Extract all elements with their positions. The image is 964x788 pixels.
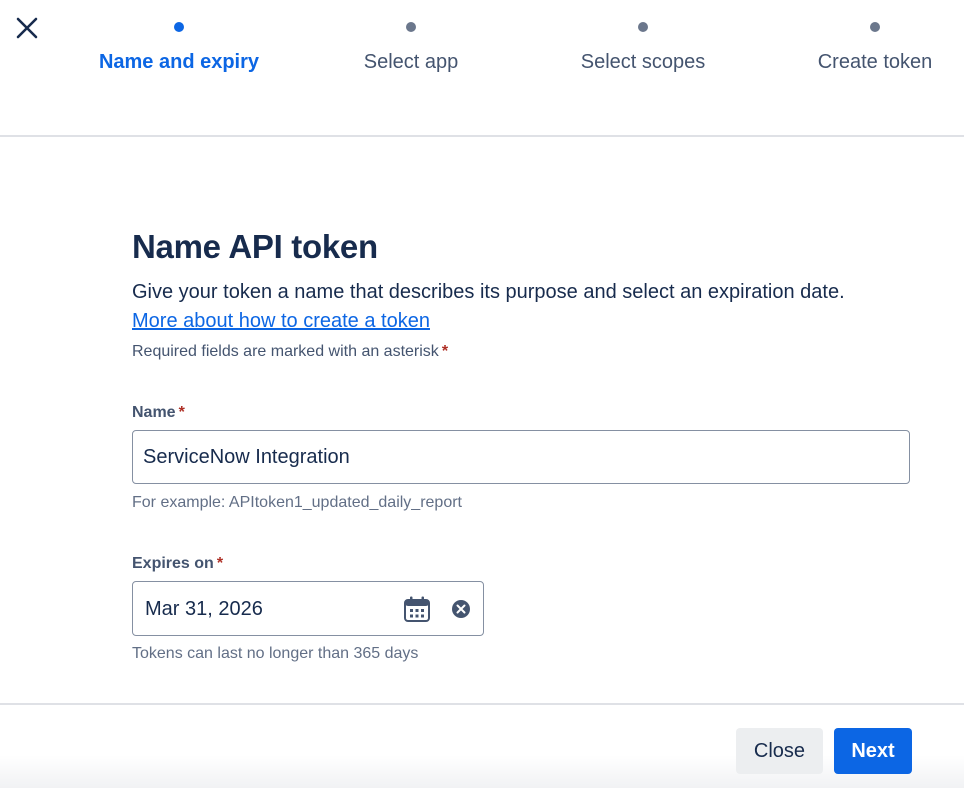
- step-label: Select app: [363, 51, 459, 73]
- token-name-input[interactable]: [132, 430, 910, 484]
- step-indicator-dot: [406, 22, 416, 32]
- step-select-scopes: Select scopes: [543, 20, 743, 74]
- step-indicator-dot: [174, 22, 184, 32]
- footer-divider: [0, 703, 964, 705]
- required-note-text: Required fields are marked with an aster…: [132, 343, 439, 360]
- step-name-and-expiry: Name and expiry: [79, 20, 279, 74]
- form-description: Give your token a name that describes it…: [132, 281, 845, 303]
- expiry-field-label: Expires on *: [132, 555, 223, 573]
- step-label: Name and expiry: [98, 51, 260, 73]
- step-label: Select scopes: [580, 51, 706, 73]
- step-create-token: Create token: [775, 20, 964, 74]
- required-asterisk: *: [178, 404, 185, 421]
- expiry-field-help: Tokens can last no longer than 365 days: [132, 645, 419, 662]
- calendar-icon[interactable]: [403, 596, 431, 622]
- step-indicator-dot: [638, 22, 648, 32]
- next-button[interactable]: Next: [834, 728, 912, 774]
- name-field-label: Name *: [132, 404, 185, 422]
- clear-icon[interactable]: [451, 599, 471, 619]
- help-link[interactable]: More about how to create a token: [132, 310, 430, 333]
- header-divider: [0, 135, 964, 137]
- step-indicator-dot: [870, 22, 880, 32]
- progress-stepper: Name and expiry Select app Select scopes…: [0, 0, 964, 120]
- name-field-help: For example: APItoken1_updated_daily_rep…: [132, 494, 462, 511]
- expiry-label-text: Expires on: [132, 555, 214, 572]
- page-title: Name API token: [132, 228, 378, 265]
- step-label: Create token: [817, 51, 933, 73]
- expiry-date-picker[interactable]: Mar 31, 2026: [132, 581, 484, 636]
- name-label-text: Name: [132, 404, 176, 421]
- close-button[interactable]: Close: [736, 728, 823, 774]
- required-asterisk: *: [441, 343, 449, 360]
- required-asterisk: *: [216, 555, 224, 572]
- expiry-date-value: Mar 31, 2026: [145, 598, 263, 620]
- step-select-app: Select app: [311, 20, 511, 74]
- form-intro: Name API token Give your token a name th…: [132, 228, 932, 361]
- required-fields-note: Required fields are marked with an aster…: [132, 343, 932, 361]
